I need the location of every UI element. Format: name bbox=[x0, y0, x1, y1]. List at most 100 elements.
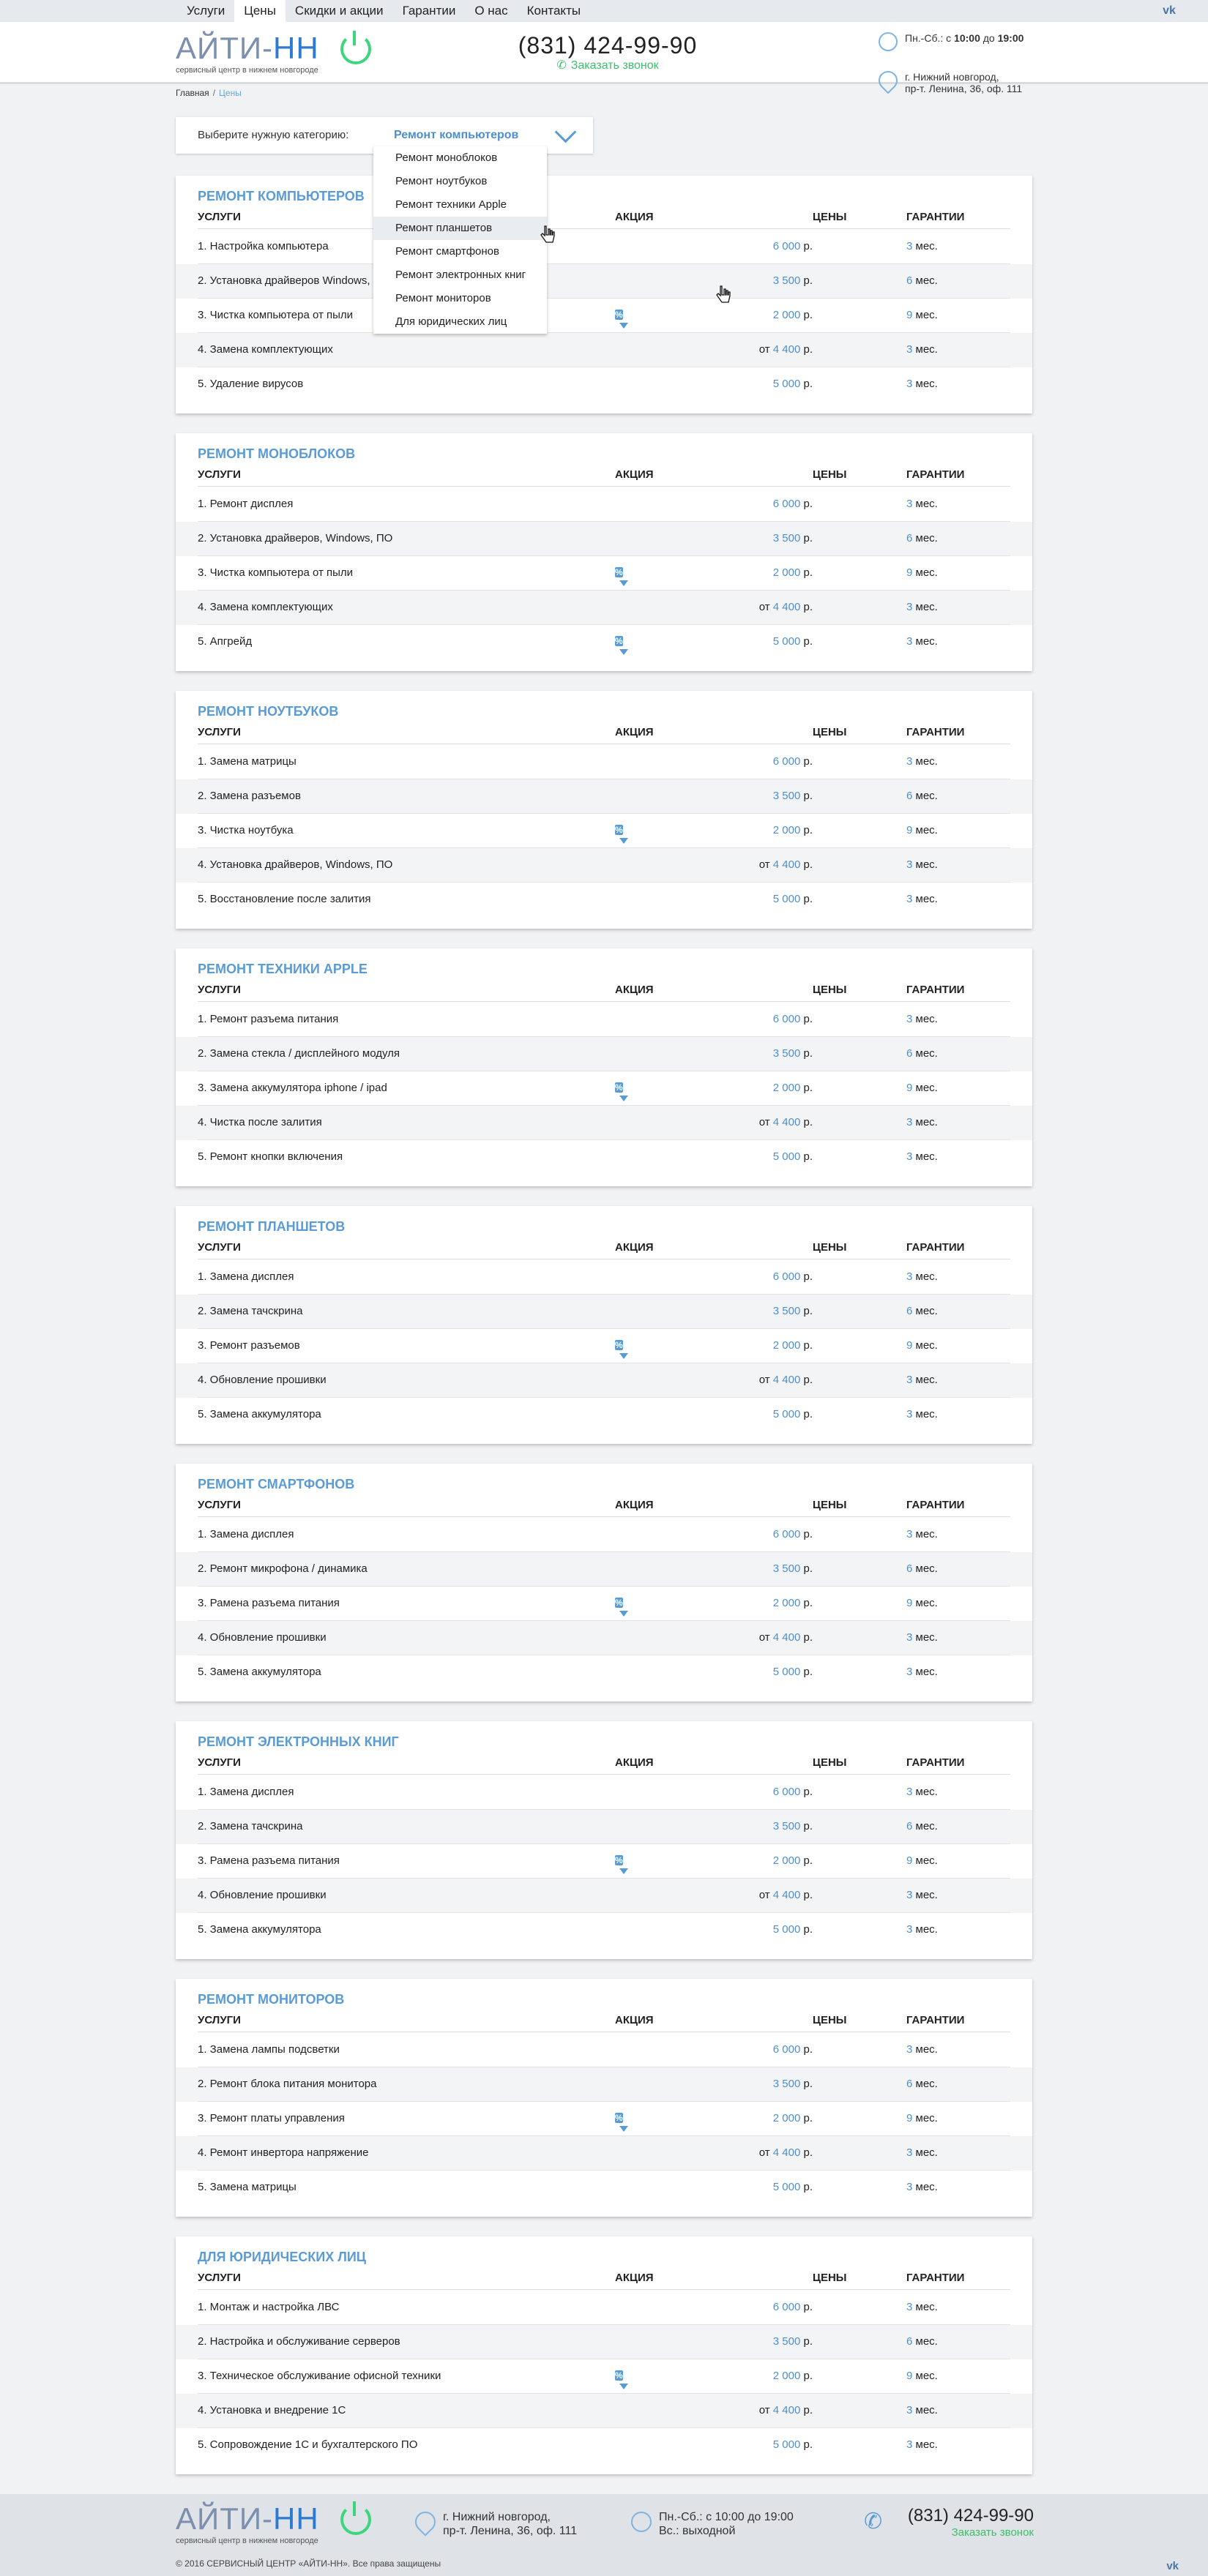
dropdown-option[interactable]: Ремонт электронных книг bbox=[373, 263, 547, 287]
breadcrumb-home[interactable]: Главная bbox=[176, 88, 209, 98]
dropdown-option[interactable]: Ремонт мониторов bbox=[373, 287, 547, 310]
footer-phone-block: ✆ (831) 424-99-90 Заказать звонок bbox=[864, 2506, 1034, 2539]
clock-icon bbox=[879, 32, 898, 51]
dropdown-option[interactable]: Ремонт планшетов bbox=[373, 217, 547, 240]
footer-phone-number[interactable]: (831) 424-99-90 bbox=[895, 2506, 1034, 2526]
warranty-months: 9 bbox=[906, 1339, 913, 1352]
currency-unit: р. bbox=[803, 755, 813, 768]
warranty-months: 9 bbox=[906, 309, 913, 321]
nav-item-guarantees[interactable]: Гарантии bbox=[393, 0, 466, 22]
table-row: 3. Рамена разъема питания% 2 000 р. 9 мес. bbox=[176, 1844, 1032, 1879]
dropdown-option[interactable]: Ремонт смартфонов bbox=[373, 240, 547, 263]
footer-callback-link[interactable]: Заказать звонок bbox=[895, 2526, 1034, 2539]
warranty-months: 3 bbox=[906, 635, 913, 648]
service-name: 5. Замена аккумулятора bbox=[198, 1666, 321, 1678]
section-title: РЕМОНТ НОУТБУКОВ bbox=[198, 704, 339, 719]
warranty-value: 3 мес. bbox=[906, 1786, 938, 1798]
price-amount: 6 000 bbox=[772, 2301, 801, 2313]
price-from-prefix: от bbox=[758, 1889, 770, 1901]
dropdown-option[interactable]: Для юридических лиц bbox=[373, 310, 547, 334]
chevron-down-icon[interactable] bbox=[554, 121, 577, 143]
section-title: РЕМОНТ КОМПЬЮТЕРОВ bbox=[198, 189, 365, 203]
site-logo[interactable]: АЙТИ-НН сервисный центр в нижнем новгоро… bbox=[176, 31, 373, 75]
currency-unit: р. bbox=[803, 824, 813, 836]
nav-item-contacts[interactable]: Контакты bbox=[518, 0, 590, 22]
warranty-months: 3 bbox=[906, 2181, 913, 2193]
price-amount: 6 000 bbox=[772, 1270, 801, 1283]
column-header-warranty: ГАРАНТИИ bbox=[906, 468, 965, 481]
months-unit: мес. bbox=[915, 309, 938, 321]
vk-icon[interactable]: vk bbox=[1166, 2560, 1179, 2572]
price-section: РЕМОНТ КОМПЬЮТЕРОВ УСЛУГИ АКЦИЯ ЦЕНЫ ГАР… bbox=[176, 176, 1032, 413]
months-unit: мес. bbox=[915, 1666, 938, 1678]
price-amount: 2 000 bbox=[772, 1597, 801, 1609]
discount-tag-icon: % bbox=[615, 634, 633, 652]
price-amount: 4 400 bbox=[772, 858, 801, 871]
nav-item-about[interactable]: О нас bbox=[465, 0, 517, 22]
warranty-value: 3 мес. bbox=[906, 1408, 938, 1420]
nav-item-services[interactable]: Услуги bbox=[177, 0, 234, 22]
currency-unit: р. bbox=[803, 1786, 813, 1798]
warranty-value: 3 мес. bbox=[906, 2043, 938, 2056]
table-row: 3. Рамена разъема питания% 2 000 р. 9 мес. bbox=[176, 1587, 1032, 1621]
currency-unit: р. bbox=[803, 858, 813, 871]
column-header-promo: АКЦИЯ bbox=[615, 468, 654, 481]
price-value: 6 000 р. bbox=[681, 755, 813, 768]
callback-label: Заказать звонок bbox=[570, 59, 659, 72]
dropdown-option[interactable]: Ремонт техники Apple bbox=[373, 193, 547, 217]
callback-link[interactable]: ✆ Заказать звонок bbox=[509, 58, 706, 72]
dropdown-option[interactable]: Ремонт ноутбуков bbox=[373, 170, 547, 193]
category-selected-value[interactable]: Ремонт компьютеров bbox=[394, 129, 518, 142]
warranty-months: 3 bbox=[906, 2404, 913, 2416]
price-value: от 4 400 р. bbox=[681, 2404, 813, 2416]
price-from-prefix: от bbox=[758, 343, 770, 356]
warranty-months: 6 bbox=[906, 274, 913, 287]
warranty-value: 3 мес. bbox=[906, 1270, 938, 1283]
warranty-months: 6 bbox=[906, 2335, 913, 2348]
currency-unit: р. bbox=[803, 2078, 813, 2090]
months-unit: мес. bbox=[915, 2438, 938, 2451]
warranty-months: 3 bbox=[906, 1374, 913, 1386]
service-name: 3. Техническое обслуживание офисной техн… bbox=[198, 2370, 441, 2382]
price-amount: 5 000 bbox=[772, 1666, 801, 1678]
currency-unit: р. bbox=[803, 1339, 813, 1352]
price-amount: 6 000 bbox=[772, 1013, 801, 1025]
months-unit: мес. bbox=[915, 1270, 938, 1283]
price-value: 2 000 р. bbox=[681, 1339, 813, 1352]
months-unit: мес. bbox=[915, 343, 938, 356]
table-row: 2. Настройка и обслуживание серверов 3 50… bbox=[176, 2325, 1032, 2359]
column-header-price: ЦЕНЫ bbox=[813, 984, 847, 996]
currency-unit: р. bbox=[803, 1116, 813, 1128]
table-row: 1. Ремонт дисплея 6 000 р. 3 мес. bbox=[176, 487, 1032, 522]
hours-label: Пн.-Сб.: с bbox=[905, 32, 955, 44]
warranty-months: 3 bbox=[906, 1270, 913, 1283]
table-row: 1. Замена дисплея 6 000 р. 3 мес. bbox=[176, 1260, 1032, 1295]
category-dropdown: Ремонт моноблоков Ремонт ноутбуков Ремон… bbox=[373, 146, 547, 334]
price-value: 3 500 р. bbox=[681, 1305, 813, 1317]
warranty-value: 6 мес. bbox=[906, 1047, 938, 1060]
months-unit: мес. bbox=[915, 893, 938, 905]
warranty-months: 6 bbox=[906, 1562, 913, 1575]
months-unit: мес. bbox=[915, 1786, 938, 1798]
price-value: 3 500 р. bbox=[681, 790, 813, 802]
price-value: 6 000 р. bbox=[681, 240, 813, 252]
service-name: 4. Установка и внедрение 1С bbox=[198, 2404, 346, 2416]
warranty-value: 6 мес. bbox=[906, 2335, 938, 2348]
price-section: РЕМОНТ МОНОБЛОКОВ УСЛУГИ АКЦИЯ ЦЕНЫ ГАРА… bbox=[176, 433, 1032, 671]
warranty-value: 3 мес. bbox=[906, 1666, 938, 1678]
months-unit: мес. bbox=[915, 790, 938, 802]
warranty-value: 9 мес. bbox=[906, 2112, 938, 2124]
footer-logo[interactable]: АЙТИ-НН сервисный центр в нижнем новгоро… bbox=[176, 2501, 373, 2545]
vk-icon[interactable]: vk bbox=[1160, 4, 1179, 18]
header-phone-number[interactable]: (831) 424-99-90 bbox=[509, 32, 706, 59]
nav-item-prices[interactable]: Цены bbox=[234, 0, 286, 22]
price-amount: 4 400 bbox=[772, 1889, 801, 1901]
discount-tag-icon: % bbox=[615, 823, 633, 841]
column-header-warranty: ГАРАНТИИ bbox=[906, 726, 965, 738]
dropdown-option[interactable]: Ремонт моноблоков bbox=[373, 146, 547, 170]
price-value: 2 000 р. bbox=[681, 2112, 813, 2124]
warranty-months: 3 bbox=[906, 498, 913, 510]
logo-wordmark: АЙТИ-НН bbox=[176, 31, 319, 66]
nav-item-discounts[interactable]: Скидки и акции bbox=[286, 0, 393, 22]
months-unit: мес. bbox=[915, 2404, 938, 2416]
